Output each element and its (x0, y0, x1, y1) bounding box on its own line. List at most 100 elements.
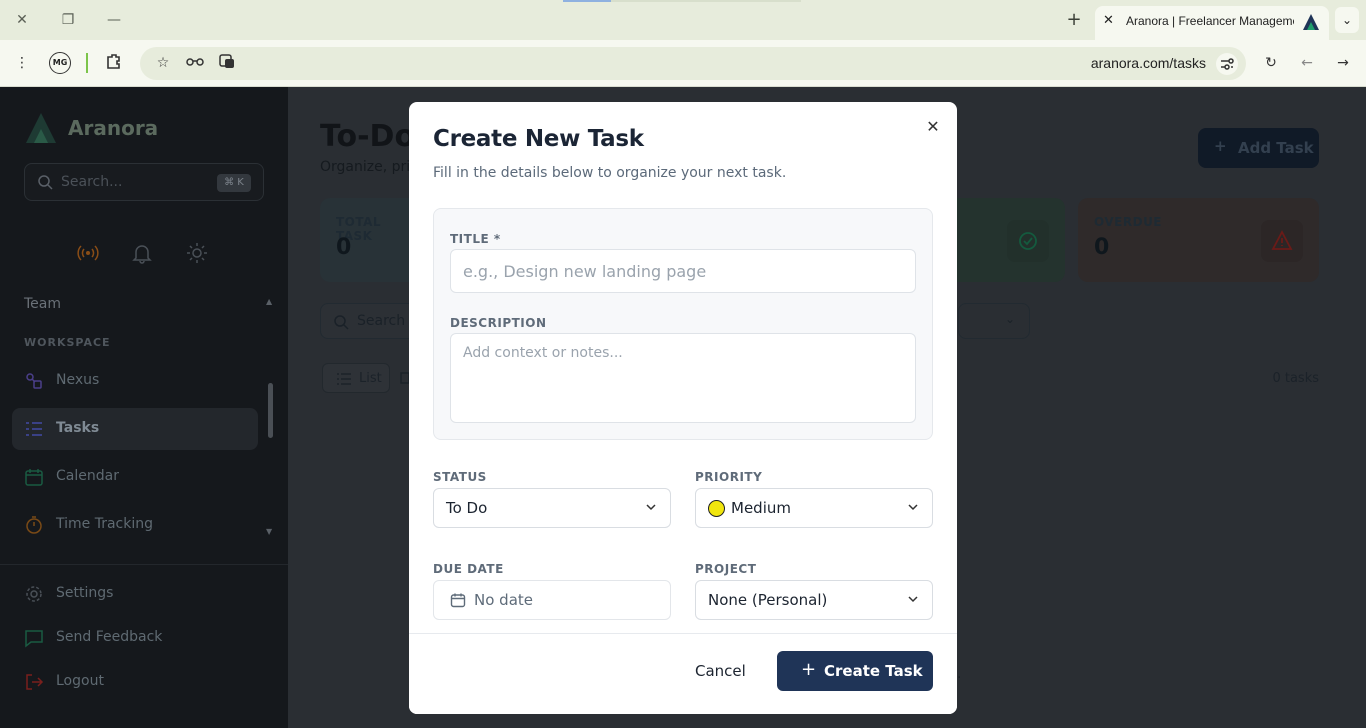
chevron-down-icon (908, 504, 918, 511)
sidebar-search[interactable]: Search... ⌘ K (24, 163, 264, 201)
extensions-icon[interactable] (103, 52, 125, 74)
sidebar-item-label: Nexus (56, 372, 100, 388)
view-toggle-list[interactable]: List (322, 363, 390, 393)
scroll-up-icon[interactable]: ▲ (266, 297, 272, 306)
bell-icon[interactable] (131, 242, 153, 264)
reading-mode-icon[interactable] (184, 52, 206, 74)
browser-tab-bar: ✕ ❐ — + ✕ Aranora | Freelancer Managemen… (0, 0, 1366, 40)
description-textarea[interactable]: Add context or notes... (450, 333, 916, 423)
priority-value: Medium (731, 499, 791, 517)
site-settings-icon[interactable] (1216, 53, 1238, 75)
due-date-picker[interactable]: No date (433, 580, 671, 620)
sidebar-item-time-tracking[interactable]: Time Tracking (12, 504, 258, 546)
browser-toolbar: ⋮ MG ☆ aranora.com/tasks ↻ ← → (0, 40, 1366, 87)
logout-icon (26, 674, 44, 690)
create-task-label: Create Task (824, 662, 923, 680)
priority-select[interactable]: Medium (695, 488, 933, 528)
sidebar-item-label: Settings (56, 585, 114, 601)
forward-arrow-icon[interactable]: → (1332, 52, 1354, 74)
sun-icon[interactable] (186, 242, 208, 264)
due-date-label: DUE DATE (433, 562, 504, 576)
priority-medium-icon (708, 500, 725, 517)
modal-title: Create New Task (433, 126, 644, 152)
translate-icon[interactable] (216, 52, 238, 74)
aranora-logo (26, 113, 56, 143)
search-icon (38, 175, 53, 190)
chevron-down-icon: ⌄ (1004, 312, 1015, 326)
sidebar-item-team[interactable]: Team (24, 296, 61, 312)
due-date-value: No date (474, 591, 533, 609)
sidebar-item-settings[interactable]: Settings (12, 573, 258, 615)
modal-footer: Cancel + Create Task (409, 633, 957, 714)
chevron-down-icon (908, 596, 918, 603)
tab-strip-indicator (611, 0, 801, 2)
gear-icon (26, 586, 42, 602)
stopwatch-icon (26, 516, 42, 534)
minimize-window-icon[interactable]: — (104, 10, 124, 30)
tab-title: Aranora | Freelancer Management (1126, 14, 1294, 28)
description-placeholder: Add context or notes... (463, 345, 623, 361)
stat-label: OVERDUE (1094, 215, 1163, 229)
chat-icon (25, 630, 43, 648)
title-input[interactable]: e.g., Design new landing page (450, 249, 916, 293)
sidebar-item-tasks[interactable]: Tasks (12, 408, 258, 450)
sidebar-item-send-feedback[interactable]: Send Feedback (12, 617, 258, 659)
page-title: To-Do (320, 119, 416, 154)
status-value: To Do (446, 499, 488, 517)
reload-icon[interactable]: ↻ (1260, 52, 1282, 74)
sidebar-item-label: Logout (56, 673, 104, 689)
stat-card-total: TOTAL TASK 0 (320, 198, 420, 282)
sidebar-item-label: Tasks (56, 420, 100, 436)
address-bar[interactable]: ☆ aranora.com/tasks (140, 47, 1246, 80)
sidebar-item-nexus[interactable]: Nexus (12, 360, 258, 402)
task-details-panel: TITLE * e.g., Design new landing page DE… (433, 208, 933, 440)
warning-icon (1261, 220, 1303, 262)
status-label: STATUS (433, 470, 487, 484)
add-task-button[interactable]: + Add Task (1198, 128, 1319, 168)
scroll-down-icon[interactable]: ▼ (266, 527, 272, 536)
filter-select[interactable]: ⌄ (958, 303, 1030, 339)
bookmark-star-icon[interactable]: ☆ (152, 52, 174, 74)
tasks-icon (26, 422, 42, 436)
stat-card-overdue: OVERDUE 0 (1078, 198, 1319, 282)
task-search-placeholder: Search (357, 313, 406, 329)
back-arrow-icon[interactable]: ← (1296, 52, 1318, 74)
aranora-favicon-icon (1303, 14, 1319, 30)
tab-close-icon[interactable]: ✕ (1103, 13, 1117, 28)
page-subtitle: Organize, pri (320, 159, 411, 175)
add-task-label: Add Task (1238, 139, 1314, 157)
chevron-down-icon (646, 504, 656, 511)
brand-name: Aranora (68, 116, 159, 140)
restore-window-icon[interactable]: ❐ (58, 10, 78, 30)
search-icon (334, 315, 349, 330)
title-placeholder: e.g., Design new landing page (463, 262, 707, 281)
calendar-icon (25, 469, 43, 486)
sidebar-scrollbar[interactable] (268, 383, 273, 438)
profile-avatar[interactable]: MG (49, 52, 71, 74)
title-label: TITLE * (450, 232, 501, 246)
project-select[interactable]: None (Personal) (695, 580, 933, 620)
sidebar-item-calendar[interactable]: Calendar (12, 456, 258, 498)
tab-search-button[interactable]: ⌄ (1335, 7, 1359, 33)
cancel-button[interactable]: Cancel (695, 662, 746, 680)
broadcast-icon[interactable] (77, 242, 99, 264)
toolbar-divider (86, 53, 88, 73)
stat-value: 0 (336, 235, 352, 260)
sidebar-item-label: Time Tracking (56, 516, 153, 532)
sidebar-item-logout[interactable]: Logout (12, 661, 258, 703)
menu-dots-icon[interactable]: ⋮ (12, 52, 32, 74)
nexus-icon (26, 373, 42, 389)
check-circle-icon (1007, 220, 1049, 262)
close-icon[interactable]: ✕ (923, 117, 943, 137)
close-window-icon[interactable]: ✕ (12, 10, 32, 30)
shortcut-badge: ⌘ K (217, 174, 251, 192)
new-tab-button[interactable]: + (1064, 10, 1084, 30)
create-task-modal: ✕ Create New Task Fill in the details be… (409, 102, 957, 714)
browser-tab[interactable]: ✕ Aranora | Freelancer Management (1095, 6, 1329, 40)
sidebar-item-label: Calendar (56, 468, 119, 484)
app-sidebar: Aranora Search... ⌘ K Team ▲ WORKSPACE N… (0, 87, 288, 728)
create-task-button[interactable]: + Create Task (777, 651, 933, 691)
section-label-workspace: WORKSPACE (24, 336, 111, 349)
list-icon (337, 373, 351, 385)
status-select[interactable]: To Do (433, 488, 671, 528)
